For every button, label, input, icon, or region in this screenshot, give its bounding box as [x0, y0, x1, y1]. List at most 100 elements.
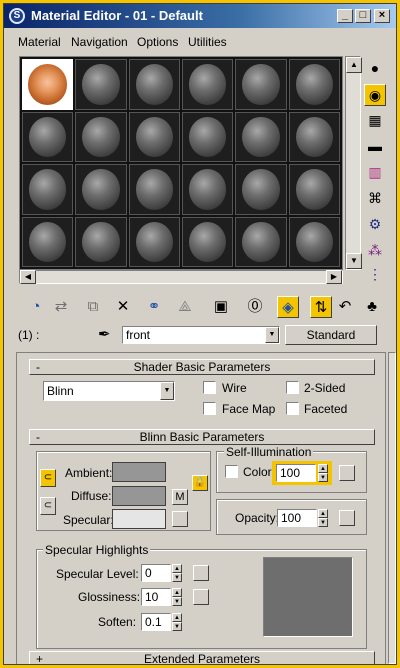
sample-slot[interactable]: [128, 59, 180, 110]
panel-scrollbar[interactable]: [388, 352, 396, 664]
self-illum-map-button[interactable]: [339, 465, 355, 481]
material-id-channel-icon[interactable]: ▣: [210, 296, 232, 318]
opacity-spinner[interactable]: ▲ ▼: [318, 509, 328, 527]
lock-ambient-diffuse-icon[interactable]: ⊂: [40, 469, 56, 487]
shader-dropdown-arrow-icon[interactable]: ▼: [160, 382, 174, 400]
main-toolbar: ◔ ⇄ ⧉ ✕ ⚭ ⟁ ▣ ⓪ ◈ ⇅ ↶ ♣: [19, 296, 389, 320]
glossiness-field[interactable]: 10: [141, 588, 171, 606]
sample-slot[interactable]: [181, 216, 234, 267]
menu-navigation[interactable]: Navigation: [71, 35, 128, 49]
sample-slot[interactable]: [75, 164, 127, 215]
lock-icon[interactable]: 🔒: [192, 475, 208, 491]
faceted-checkbox[interactable]: [286, 402, 299, 415]
sample-slot[interactable]: [22, 216, 74, 267]
scroll-right-arrow-icon[interactable]: ▶: [326, 270, 342, 284]
glossiness-map-button[interactable]: [193, 589, 209, 605]
slots-vertical-scrollbar[interactable]: ▲ ▼: [345, 56, 362, 270]
soften-spinner[interactable]: ▲ ▼: [172, 613, 182, 631]
soften-field[interactable]: 0.1: [141, 613, 171, 631]
sample-slot[interactable]: [288, 59, 340, 110]
sample-type-sphere-icon[interactable]: ●: [364, 58, 386, 80]
backlight-icon[interactable]: ◉: [364, 84, 386, 106]
sample-slot[interactable]: [235, 216, 287, 267]
two-sided-checkbox[interactable]: [286, 381, 299, 394]
sample-slot[interactable]: [128, 111, 180, 162]
diffuse-map-button[interactable]: M: [172, 489, 188, 505]
specular-level-spinner[interactable]: ▲ ▼: [172, 564, 182, 582]
sample-slot[interactable]: [288, 111, 340, 162]
wire-checkbox[interactable]: [203, 381, 216, 394]
opacity-map-button[interactable]: [339, 510, 355, 526]
put-to-library-icon[interactable]: ⟁: [174, 296, 196, 318]
get-material-icon[interactable]: ◔: [25, 296, 47, 318]
self-illumination-title: Self-Illumination: [224, 445, 314, 459]
self-illum-value-field[interactable]: 100: [276, 464, 316, 482]
menu-options[interactable]: Options: [137, 35, 178, 49]
show-map-in-viewport-icon[interactable]: ⓪: [244, 296, 266, 318]
options-icon[interactable]: ⚙: [364, 214, 386, 236]
sample-slot[interactable]: [22, 164, 74, 215]
sample-slot[interactable]: [128, 216, 180, 267]
menu-material[interactable]: Material: [18, 35, 61, 49]
sample-slot[interactable]: [288, 164, 340, 215]
shader-type-select[interactable]: Blinn ▼: [43, 381, 175, 401]
self-illum-spinner[interactable]: ▲ ▼: [318, 464, 328, 482]
assign-to-selection-icon[interactable]: ⧉: [82, 296, 104, 318]
select-by-material-icon[interactable]: ⁂: [364, 240, 386, 262]
ambient-color-swatch[interactable]: [112, 462, 166, 482]
pick-material-from-object-icon[interactable]: ♣: [361, 296, 383, 318]
sample-slot[interactable]: [181, 164, 234, 215]
diffuse-color-swatch[interactable]: [112, 486, 166, 506]
material-name-field[interactable]: front ▼: [122, 326, 280, 344]
sample-slot[interactable]: [235, 164, 287, 215]
sample-slot-active[interactable]: [22, 59, 74, 110]
go-forward-to-sibling-icon[interactable]: ↶: [334, 296, 356, 318]
face-map-checkbox[interactable]: [203, 402, 216, 415]
reset-map-icon[interactable]: ✕: [112, 296, 134, 318]
opacity-value-field[interactable]: 100: [277, 509, 317, 527]
specular-color-swatch[interactable]: [112, 509, 166, 529]
sample-slot[interactable]: [235, 111, 287, 162]
minimize-button[interactable]: _: [337, 9, 353, 23]
shader-rollout-header[interactable]: - Shader Basic Parameters: [29, 359, 375, 375]
maximize-button[interactable]: □: [355, 9, 371, 23]
blinn-rollout-header[interactable]: - Blinn Basic Parameters: [29, 429, 375, 445]
material-name-dropdown-arrow-icon[interactable]: ▼: [265, 327, 279, 343]
menu-utilities[interactable]: Utilities: [188, 35, 227, 49]
sample-slot[interactable]: [75, 59, 127, 110]
sample-slot[interactable]: [22, 111, 74, 162]
material-type-button[interactable]: Standard: [285, 325, 377, 345]
material-map-navigator-icon[interactable]: ⋮: [364, 264, 386, 286]
close-button[interactable]: ×: [374, 9, 390, 23]
extended-rollout-header[interactable]: + Extended Parameters: [29, 651, 375, 664]
video-color-check-icon[interactable]: ▥: [364, 162, 386, 184]
sample-slot[interactable]: [75, 111, 127, 162]
sample-slot[interactable]: [181, 59, 234, 110]
glossiness-spinner[interactable]: ▲ ▼: [172, 588, 182, 606]
sample-uv-tiling-icon[interactable]: ▬: [364, 136, 386, 158]
soften-label: Soften:: [98, 615, 137, 629]
go-to-parent-icon[interactable]: ⇅: [310, 296, 332, 318]
lock-diffuse-specular-icon[interactable]: ⊂: [40, 497, 56, 515]
sample-slot[interactable]: [181, 111, 234, 162]
sample-slot[interactable]: [235, 59, 287, 110]
specular-level-map-button[interactable]: [193, 565, 209, 581]
put-to-scene-icon[interactable]: ⇄: [50, 296, 72, 318]
eyedropper-icon[interactable]: ✒: [98, 325, 111, 343]
specular-level-field[interactable]: 0: [141, 564, 171, 582]
self-illum-color-checkbox[interactable]: [225, 465, 238, 478]
scroll-left-arrow-icon[interactable]: ◀: [20, 270, 36, 284]
sample-slot[interactable]: [128, 164, 180, 215]
show-end-result-icon[interactable]: ◈: [277, 296, 299, 318]
make-unique-icon[interactable]: ⚭: [143, 296, 165, 318]
sample-slot[interactable]: [75, 216, 127, 267]
specular-map-button[interactable]: [172, 511, 188, 527]
background-checker-icon[interactable]: ▦: [364, 110, 386, 132]
sample-slot[interactable]: [288, 216, 340, 267]
scroll-up-arrow-icon[interactable]: ▲: [346, 57, 362, 73]
slots-horizontal-scrollbar[interactable]: ◀ ▶: [19, 270, 343, 284]
specular-level-label: Specular Level:: [56, 567, 139, 581]
make-preview-icon[interactable]: ⌘: [364, 188, 386, 210]
scroll-down-arrow-icon[interactable]: ▼: [346, 253, 362, 269]
title-bar[interactable]: S Material Editor - 01 - Default _ □ ×: [4, 4, 396, 28]
